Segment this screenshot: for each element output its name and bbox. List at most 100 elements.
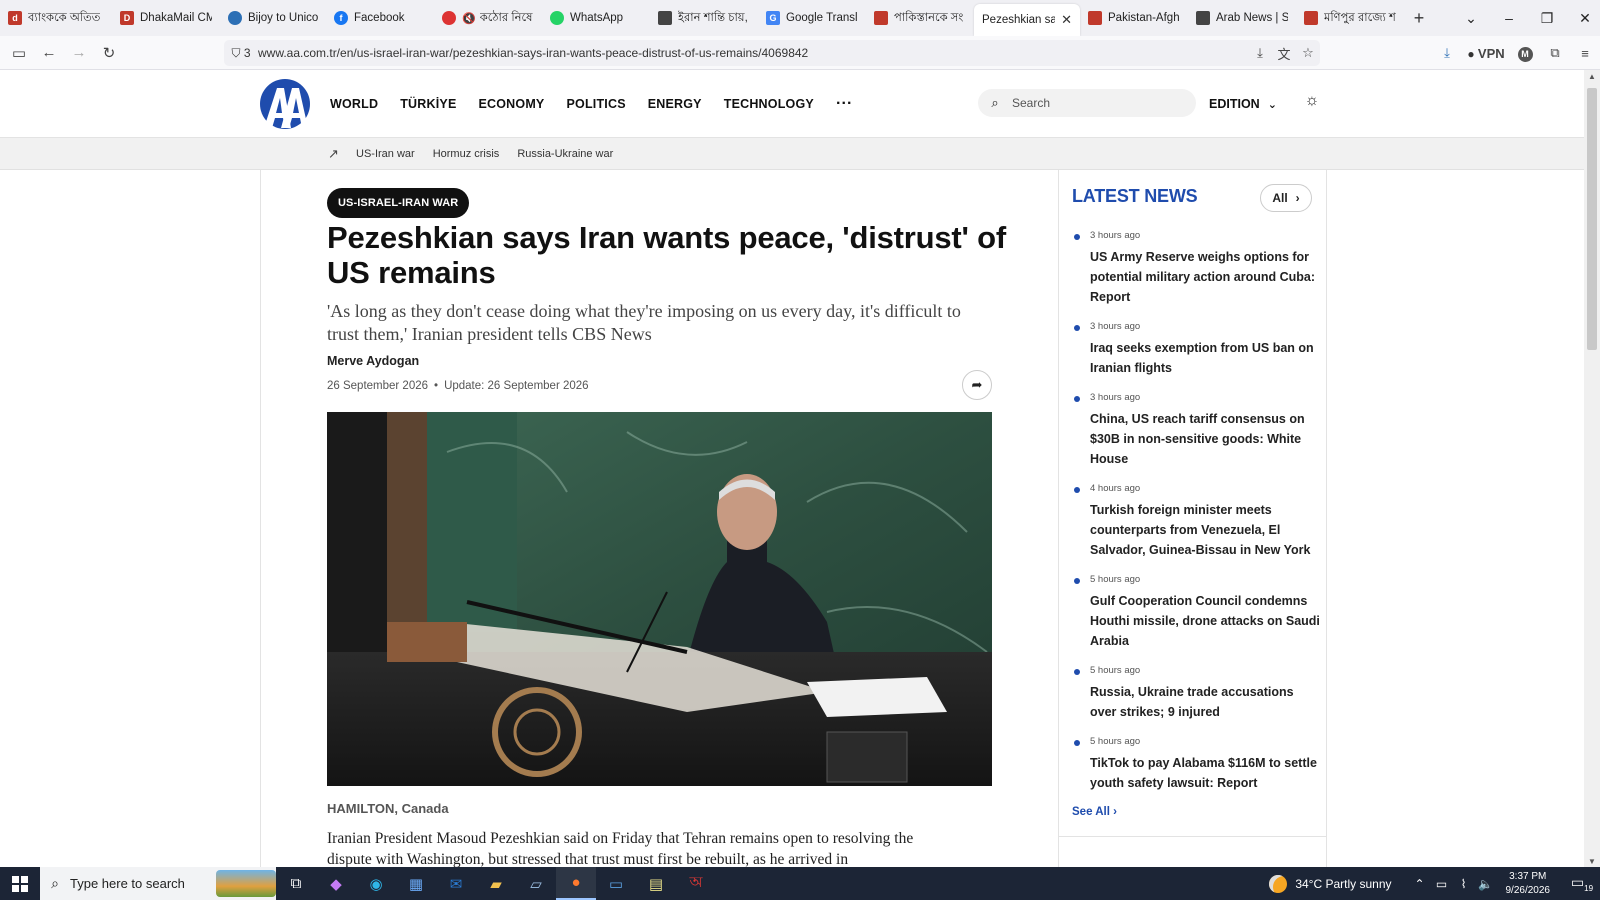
news-item[interactable]: 3 hours ago China, US reach tariff conse… [1072, 390, 1322, 469]
notification-center-icon[interactable]: ▭19 [1564, 874, 1600, 893]
close-tab-icon[interactable]: ✕ [1061, 12, 1072, 28]
taskbar-clock[interactable]: 3:37 PM 9/26/2026 [1506, 870, 1551, 898]
forward-arrow-icon[interactable]: → [64, 44, 94, 61]
article-dates: 26 September 2026 • Update: 26 September 2… [327, 380, 589, 392]
firefox-icon[interactable]: ● [556, 867, 596, 900]
copilot-icon[interactable]: ◆ [316, 867, 356, 900]
browser-tab[interactable]: Pakistan-Afghan [1080, 0, 1188, 36]
windows-start-button[interactable] [0, 867, 40, 900]
browser-tab[interactable]: G Google Translate [758, 0, 866, 36]
tab-list-chevron-icon[interactable]: ⌄ [1452, 10, 1490, 27]
see-all-link[interactable]: See All › [1072, 806, 1117, 818]
article-subtitle: 'As long as they don't cease doing what … [327, 301, 961, 344]
profile-avatar[interactable]: M [1510, 45, 1540, 62]
extensions-puzzle-icon[interactable]: ⧉ [1540, 45, 1570, 61]
downloads-icon[interactable]: ⤓ [1432, 45, 1462, 61]
news-title[interactable]: China, US reach tariff consensus on $30B… [1090, 409, 1322, 469]
browser-tab-strip: d ব্যাংককে অতিত D DhakaMail CMS Bijoy to… [0, 0, 1600, 36]
news-bullet-icon [1074, 669, 1080, 675]
browser-tab[interactable]: D DhakaMail CMS [112, 0, 220, 36]
bangla-keyboard-icon[interactable]: অ [676, 867, 716, 900]
page-save-icon[interactable]: ⤓ [1248, 45, 1272, 61]
trending-link[interactable]: Hormuz crisis [433, 148, 500, 160]
news-item[interactable]: 3 hours ago US Army Reserve weighs optio… [1072, 228, 1322, 307]
sticky-notes-icon[interactable]: ▤ [636, 867, 676, 900]
site-search-input[interactable]: ⌕ Search [978, 89, 1196, 117]
article-author[interactable]: Merve Aydogan [327, 354, 419, 368]
trending-link[interactable]: US-Iran war [356, 148, 415, 160]
browser-tab-active[interactable]: Pezeshkian says Ir ✕ [974, 4, 1080, 36]
url-text[interactable]: www.aa.com.tr/en/us-israel-iran-war/peze… [258, 46, 1248, 60]
speaker-icon[interactable]: 🔈 [1476, 877, 1496, 891]
news-item[interactable]: 5 hours ago TikTok to pay Alabama $116M … [1072, 734, 1322, 793]
microsoft-store-icon[interactable]: ▦ [396, 867, 436, 900]
outlook-icon[interactable]: ✉ [436, 867, 476, 900]
news-bullet-icon [1074, 325, 1080, 331]
scroll-up-arrow-icon[interactable]: ▲ [1584, 72, 1600, 81]
app-menu-icon[interactable]: ≡ [1570, 46, 1600, 61]
news-item[interactable]: 3 hours ago Iraq seeks exemption from US… [1072, 319, 1322, 378]
wifi-off-icon[interactable]: ⌇ [1454, 877, 1474, 891]
edge-browser-icon[interactable]: ◉ [356, 867, 396, 900]
scroll-down-arrow-icon[interactable]: ▼ [1584, 857, 1600, 866]
weather-widget[interactable]: 34°C Partly sunny [1269, 874, 1392, 893]
news-title[interactable]: Iraq seeks exemption from US ban on Iran… [1090, 338, 1322, 378]
browser-tab[interactable]: ইরান শান্তি চায়, [650, 0, 758, 36]
browser-tab[interactable]: Arab News | Spa [1188, 0, 1296, 36]
browser-tab[interactable]: d ব্যাংককে অতিত [0, 0, 112, 36]
browser-tab[interactable]: f Facebook [326, 0, 434, 36]
all-news-button[interactable]: All › [1260, 184, 1312, 212]
bookmark-star-icon[interactable]: ☆ [1296, 45, 1320, 61]
muted-speaker-icon[interactable]: 🔇 [462, 12, 476, 25]
news-title[interactable]: US Army Reserve weighs options for poten… [1090, 247, 1322, 307]
restore-window-icon[interactable]: ❐ [1528, 10, 1566, 27]
theme-toggle-sun-icon[interactable]: ☼ [1300, 92, 1324, 116]
browser-tab[interactable]: মণিপুর রাজ্যে শ [1296, 0, 1404, 36]
scrollbar-thumb[interactable] [1587, 88, 1597, 350]
chevron-down-icon: ⌄ [1267, 98, 1277, 111]
new-tab-button[interactable]: + [1404, 8, 1434, 29]
taskbar-search-input[interactable]: ⌕ Type here to search [40, 867, 276, 900]
translate-icon[interactable]: 文 [1272, 44, 1296, 63]
task-view-icon[interactable]: ⧉ [276, 867, 316, 900]
browser-tab[interactable]: 🔇 কঠোর নিষে [434, 0, 542, 36]
reload-icon[interactable]: ↻ [94, 44, 124, 62]
nav-politics[interactable]: POLITICS [566, 97, 625, 111]
news-item[interactable]: 5 hours ago Gulf Cooperation Council con… [1072, 572, 1322, 651]
news-title[interactable]: Gulf Cooperation Council condemns Houthi… [1090, 591, 1322, 651]
aa-logo[interactable]: AA [258, 78, 312, 130]
close-window-icon[interactable]: ✕ [1566, 10, 1600, 27]
edition-dropdown[interactable]: EDITION ⌄ [1209, 70, 1277, 138]
minimize-window-icon[interactable]: – [1490, 10, 1528, 26]
news-title[interactable]: Russia, Ukraine trade accusations over s… [1090, 682, 1322, 722]
more-menu-icon[interactable]: ··· [836, 95, 853, 113]
trending-link[interactable]: Russia-Ukraine war [517, 148, 613, 160]
browser-tab[interactable]: WhatsApp [542, 0, 650, 36]
share-button[interactable]: ➦ [962, 370, 992, 400]
vpn-button[interactable]: ● VPN [1462, 46, 1510, 61]
app-window-icon[interactable]: ▭ [596, 867, 636, 900]
page-scrollbar[interactable]: ▲ ▼ [1584, 70, 1600, 868]
tray-chevron-up-icon[interactable]: ⌃ [1410, 877, 1430, 891]
news-item[interactable]: 5 hours ago Russia, Ukraine trade accusa… [1072, 663, 1322, 722]
nav-turkiye[interactable]: TÜRKİYE [400, 97, 456, 111]
nav-economy[interactable]: ECONOMY [478, 97, 544, 111]
network-icon[interactable]: ▭ [1432, 877, 1452, 891]
tracking-shield-icon[interactable]: ⛉ 3 [224, 46, 258, 61]
nav-technology[interactable]: TECHNOLOGY [724, 97, 814, 111]
news-item[interactable]: 4 hours ago Turkish foreign minister mee… [1072, 481, 1322, 560]
news-title[interactable]: Turkish foreign minister meets counterpa… [1090, 500, 1322, 560]
browser-tab[interactable]: Bijoy to Unicode [220, 0, 326, 36]
nav-energy[interactable]: ENERGY [648, 97, 702, 111]
back-arrow-icon[interactable]: ← [34, 44, 64, 61]
file-explorer-icon[interactable]: ▰ [476, 867, 516, 900]
taskbar-apps: ⧉ ◆ ◉ ▦ ✉ ▰ ▱ ● ▭ ▤ অ [276, 867, 716, 900]
nav-world[interactable]: WORLD [330, 97, 378, 111]
news-title[interactable]: TikTok to pay Alabama $116M to settle yo… [1090, 753, 1322, 793]
news-bullet-icon [1074, 487, 1080, 493]
notepad-icon[interactable]: ▱ [516, 867, 556, 900]
category-badge[interactable]: US-ISRAEL-IRAN WAR [327, 188, 470, 218]
browser-tab[interactable]: পাকিস্তানকে সং [866, 0, 974, 36]
address-bar[interactable]: ⛉ 3 www.aa.com.tr/en/us-israel-iran-war/… [224, 40, 1320, 66]
sidebar-toggle-icon[interactable]: ▭ [4, 44, 34, 62]
